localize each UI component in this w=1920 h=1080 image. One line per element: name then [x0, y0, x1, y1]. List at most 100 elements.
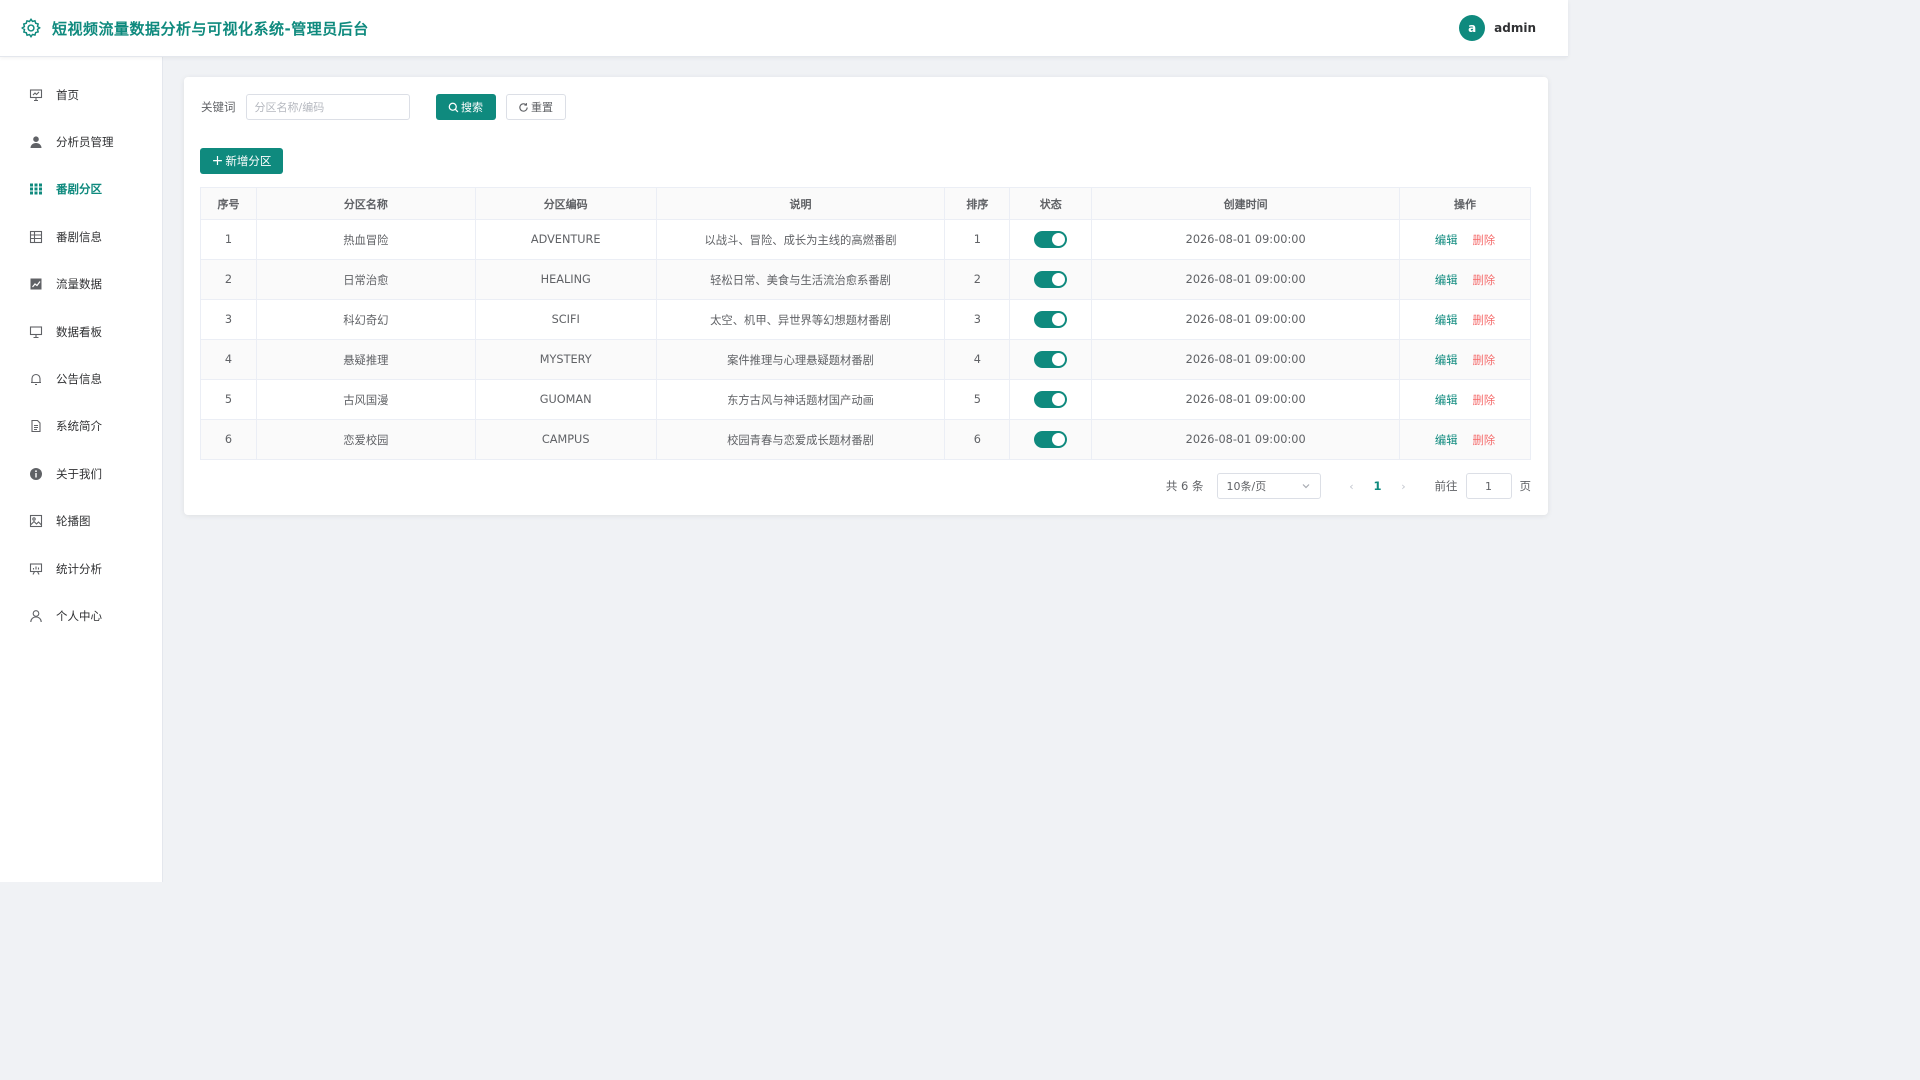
chevron-down-icon	[1301, 481, 1311, 491]
status-toggle[interactable]	[1034, 311, 1068, 328]
cell-idx: 4	[200, 339, 257, 380]
status-toggle[interactable]	[1034, 351, 1068, 368]
table-row: 3 科幻奇幻 SCIFI 太空、机甲、异世界等幻想题材番剧 3 2026-08-01 09…	[200, 299, 1531, 340]
delete-link[interactable]: 删除	[1473, 354, 1496, 367]
prev-page-icon[interactable]: ‹	[1339, 480, 1365, 493]
cell-desc: 太空、机甲、异世界等幻想题材番剧	[655, 299, 946, 340]
sidebar-item-label: 轮播图	[56, 514, 91, 529]
edit-link[interactable]: 编辑	[1435, 394, 1458, 407]
cell-desc: 东方古风与神话题材国产动画	[655, 379, 946, 420]
sidebar-item-6[interactable]: 公告信息	[0, 355, 162, 402]
sidebar-item-label: 系统简介	[56, 419, 102, 434]
edit-link[interactable]: 编辑	[1435, 354, 1458, 367]
cell-status	[1009, 419, 1093, 460]
status-toggle[interactable]	[1034, 231, 1068, 248]
sidebar-item-label: 首页	[56, 87, 79, 102]
picture-icon	[29, 514, 43, 528]
avatar[interactable]: a	[1459, 15, 1486, 41]
toggle-knob	[1052, 313, 1066, 326]
top-bar: 短视频流量数据分析与可视化系统-管理员后台 a admin	[0, 0, 1568, 57]
cell-sort: 6	[944, 419, 1011, 460]
cell-created: 2026-08-01 09:00:00	[1091, 219, 1401, 260]
cell-name: 科幻奇幻	[255, 299, 476, 340]
toggle-knob	[1052, 233, 1066, 246]
sidebar-item-5[interactable]: 数据看板	[0, 308, 162, 355]
page-size-select[interactable]: 10条/页	[1216, 473, 1321, 499]
cell-name: 悬疑推理	[255, 339, 476, 380]
presentation-icon	[29, 88, 43, 102]
username[interactable]: admin	[1494, 21, 1536, 35]
pagination: 共 6 条 10条/页 ‹ 1 › 前往 页	[1166, 473, 1531, 499]
sidebar-item-label: 关于我们	[56, 466, 102, 481]
cell-idx: 2	[200, 259, 257, 300]
add-section-button[interactable]: + 新增分区	[200, 148, 283, 174]
delete-link[interactable]: 删除	[1473, 434, 1496, 447]
sidebar-item-label: 流量数据	[56, 277, 102, 292]
page-suffix: 页	[1519, 479, 1532, 493]
sidebar-item-10[interactable]: 统计分析	[0, 545, 162, 592]
user-icon	[29, 609, 43, 623]
refresh-icon	[518, 102, 529, 113]
sidebar-item-9[interactable]: 轮播图	[0, 498, 162, 545]
cell-idx: 3	[200, 299, 257, 340]
cell-sort: 4	[944, 339, 1011, 380]
status-toggle[interactable]	[1034, 271, 1068, 288]
edit-link[interactable]: 编辑	[1435, 234, 1458, 247]
cell-code: HEALING	[474, 259, 657, 300]
user-menu[interactable]: a admin	[1459, 15, 1536, 41]
table-row: 2 日常治愈 HEALING 轻松日常、美食与生活流治愈系番剧 2 2026-08-01 …	[200, 259, 1531, 300]
table-header-row: 序号 分区名称 分区编码 说明 排序 状态 创建时间 操作	[200, 187, 1531, 220]
edit-link[interactable]: 编辑	[1435, 434, 1458, 447]
sidebar-item-0[interactable]: 首页	[0, 71, 162, 118]
edit-link[interactable]: 编辑	[1435, 274, 1458, 287]
cell-actions: 编辑 删除	[1399, 339, 1531, 380]
sidebar-item-1[interactable]: 分析员管理	[0, 118, 162, 165]
status-toggle[interactable]	[1034, 431, 1068, 448]
sidebar-item-2[interactable]: 番剧分区	[0, 166, 162, 213]
delete-link[interactable]: 删除	[1473, 234, 1496, 247]
cell-code: MYSTERY	[474, 339, 657, 380]
next-page-icon[interactable]: ›	[1391, 480, 1417, 493]
cell-created: 2026-08-01 09:00:00	[1091, 339, 1401, 380]
cell-desc: 案件推理与心理悬疑题材番剧	[655, 339, 946, 380]
cell-sort: 5	[944, 379, 1011, 420]
cell-status	[1009, 379, 1093, 420]
cell-created: 2026-08-01 09:00:00	[1091, 299, 1401, 340]
goto-label: 前往	[1434, 479, 1458, 493]
status-toggle[interactable]	[1034, 391, 1068, 408]
search-button[interactable]: 搜索	[435, 94, 496, 120]
sidebar-item-7[interactable]: 系统简介	[0, 403, 162, 450]
table-icon	[29, 230, 43, 244]
goto-page-input[interactable]	[1465, 473, 1512, 499]
sidebar-item-8[interactable]: 关于我们	[0, 450, 162, 497]
table-row: 1 热血冒险 ADVENTURE 以战斗、冒险、成长为主线的高燃番剧 1 2026-08-…	[200, 219, 1531, 260]
cell-idx: 1	[200, 219, 257, 260]
sidebar-item-4[interactable]: 流量数据	[0, 261, 162, 308]
app-title: 短视频流量数据分析与可视化系统-管理员后台	[52, 19, 369, 38]
keyword-input[interactable]	[245, 94, 410, 120]
sidebar-item-label: 分析员管理	[56, 135, 114, 150]
cell-created: 2026-08-01 09:00:00	[1091, 419, 1401, 460]
grid-icon	[29, 182, 43, 196]
sidebar-item-3[interactable]: 番剧信息	[0, 213, 162, 260]
edit-link[interactable]: 编辑	[1435, 314, 1458, 327]
cell-code: GUOMAN	[474, 379, 657, 420]
sidebar-item-label: 番剧分区	[56, 182, 102, 197]
sidebar-item-label: 数据看板	[56, 324, 102, 339]
sidebar-item-11[interactable]: 个人中心	[0, 592, 162, 639]
cell-status	[1009, 339, 1093, 380]
chart-icon	[29, 277, 43, 291]
reset-button[interactable]: 重置	[505, 94, 566, 120]
cell-idx: 5	[200, 379, 257, 420]
table-row: 5 古风国漫 GUOMAN 东方古风与神话题材国产动画 5 2026-08-01 09:0…	[200, 379, 1531, 420]
gear-icon	[20, 17, 42, 39]
delete-link[interactable]: 删除	[1473, 394, 1496, 407]
delete-link[interactable]: 删除	[1473, 314, 1496, 327]
cell-actions: 编辑 删除	[1399, 419, 1531, 460]
delete-link[interactable]: 删除	[1473, 274, 1496, 287]
cell-created: 2026-08-01 09:00:00	[1091, 379, 1401, 420]
sidebar-item-label: 公告信息	[56, 372, 102, 387]
board-icon	[29, 562, 43, 576]
cell-name: 古风国漫	[255, 379, 476, 420]
page-number-current[interactable]: 1	[1365, 479, 1391, 493]
